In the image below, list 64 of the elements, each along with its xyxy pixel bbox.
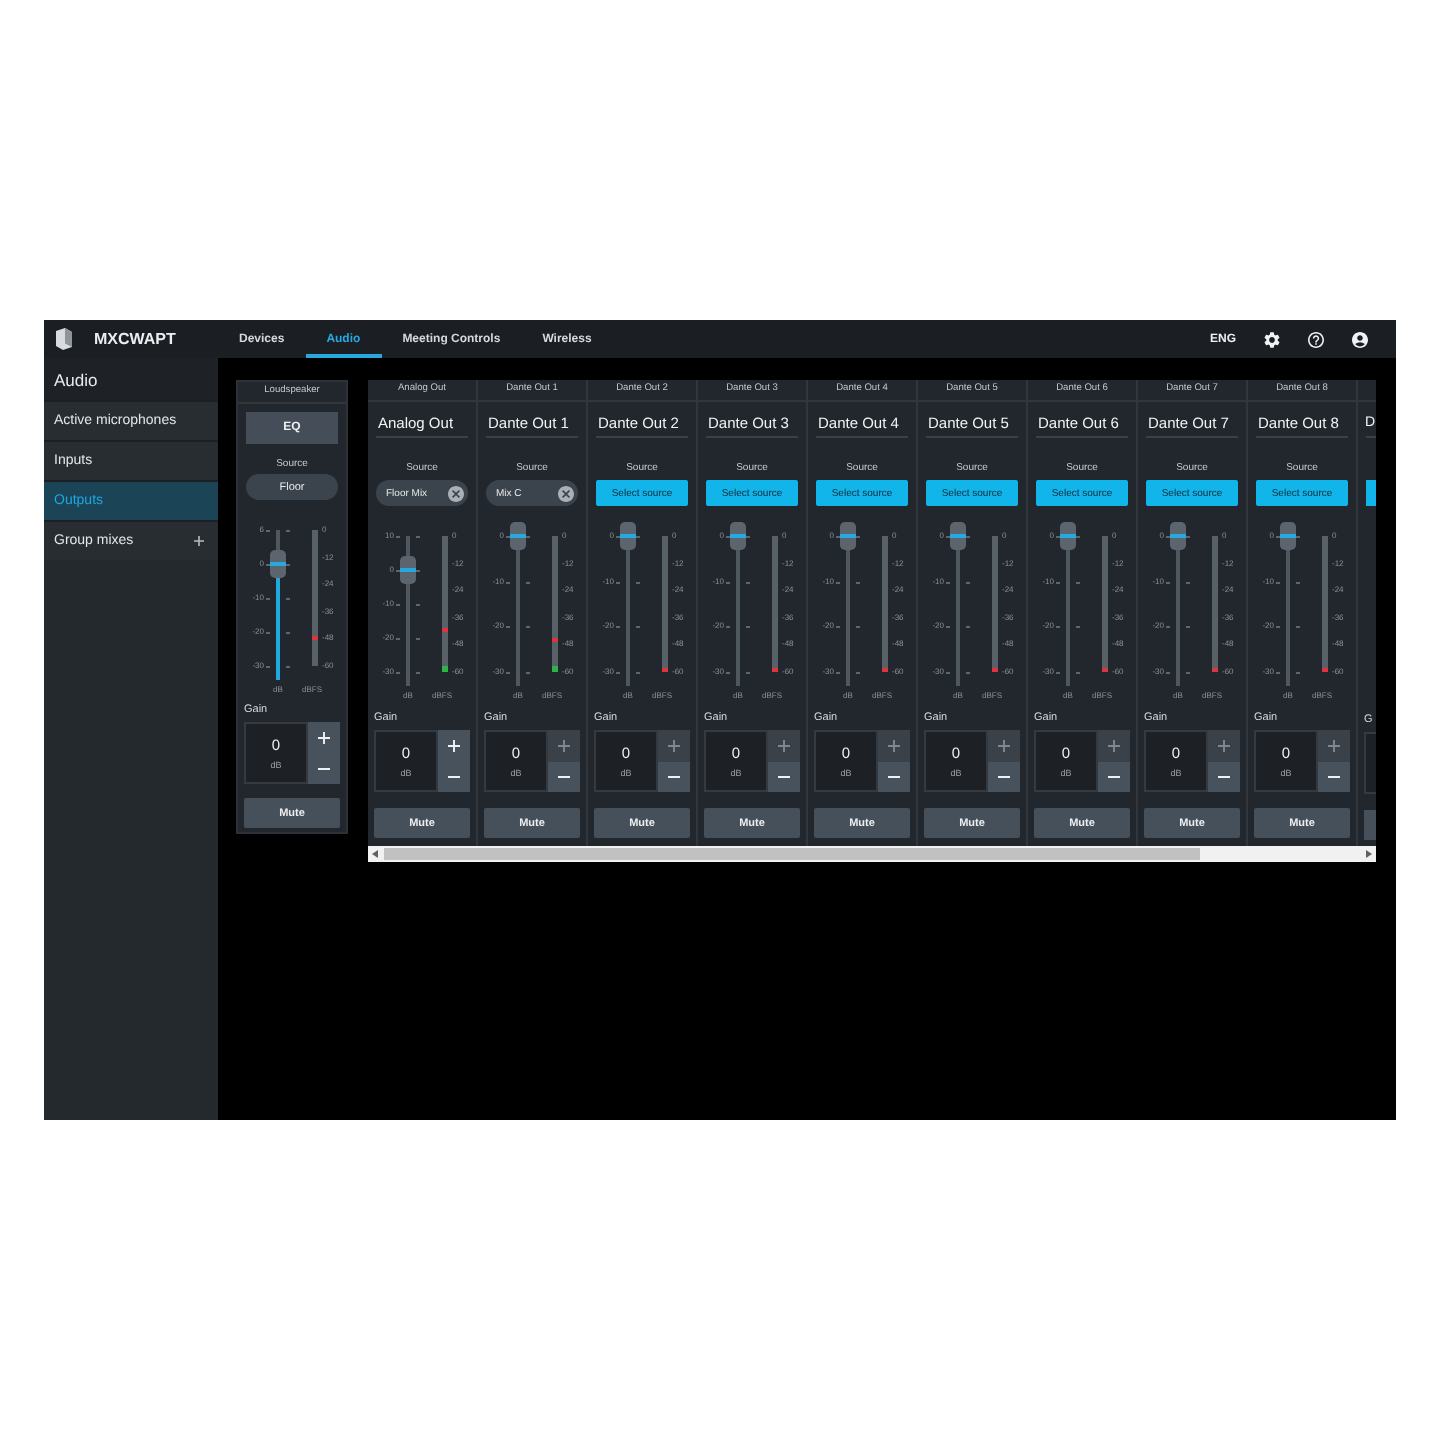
minus-icon: [318, 767, 330, 770]
fader-thumb[interactable]: [730, 522, 746, 550]
fader-thumb[interactable]: [1280, 522, 1296, 550]
plus-icon: [1328, 739, 1340, 752]
sidebar-title: Audio: [44, 358, 218, 400]
minus-icon: [778, 775, 790, 778]
gain-field[interactable]: [1364, 732, 1376, 794]
fader-track[interactable]: [946, 522, 970, 686]
minus-icon: [558, 775, 570, 778]
fader-track[interactable]: [836, 522, 860, 686]
fader-thumb[interactable]: [620, 522, 636, 550]
plus-icon: [998, 739, 1010, 752]
fader-track[interactable]: [1056, 522, 1080, 686]
decrease-button[interactable]: [308, 753, 340, 784]
horizontal-scrollbar[interactable]: [368, 846, 1376, 862]
fader-thumb[interactable]: [1060, 522, 1076, 550]
minus-icon: [1328, 775, 1340, 778]
fader-track[interactable]: [616, 522, 640, 686]
minus-icon: [1218, 775, 1230, 778]
minus-icon: [448, 775, 460, 778]
decrease-button[interactable]: [1098, 761, 1130, 792]
increase-button[interactable]: [438, 730, 470, 761]
increase-button[interactable]: [308, 722, 340, 753]
plus-icon[interactable]: [194, 536, 204, 546]
product-name: MXCWAPT: [94, 330, 176, 348]
scrollbar-thumb[interactable]: [384, 848, 1200, 860]
fader-track[interactable]: [506, 522, 530, 686]
left-arrow-icon[interactable]: [372, 850, 378, 858]
minus-icon: [1108, 775, 1120, 778]
decrease-button[interactable]: [988, 761, 1020, 792]
plus-icon: [668, 739, 680, 752]
fader-thumb[interactable]: [1170, 522, 1186, 550]
plus-icon: [888, 739, 900, 752]
plus-icon: [1218, 739, 1230, 752]
right-arrow-icon[interactable]: [1366, 850, 1372, 858]
settings-icon[interactable]: [1264, 331, 1280, 347]
fader-track[interactable]: [726, 522, 750, 686]
help-icon[interactable]: [1308, 331, 1324, 347]
logo-icon: [56, 328, 72, 350]
close-icon[interactable]: [448, 485, 464, 501]
plus-icon: [318, 731, 330, 744]
decrease-button[interactable]: [438, 761, 470, 792]
fader-thumb[interactable]: [950, 522, 966, 550]
decrease-button[interactable]: [768, 761, 800, 792]
fader-track[interactable]: [1276, 522, 1300, 686]
minus-icon: [668, 775, 680, 778]
user-icon[interactable]: [1352, 331, 1368, 347]
decrease-button[interactable]: [548, 761, 580, 792]
minus-icon: [998, 775, 1010, 778]
plus-icon: [778, 739, 790, 752]
fader-thumb[interactable]: [400, 556, 416, 584]
decrease-button[interactable]: [1208, 761, 1240, 792]
fader-track[interactable]: [1166, 522, 1190, 686]
decrease-button[interactable]: [1318, 761, 1350, 792]
minus-icon: [888, 775, 900, 778]
fader-thumb[interactable]: [510, 522, 526, 550]
plus-icon: [1108, 739, 1120, 752]
plus-icon: [448, 739, 460, 752]
decrease-button[interactable]: [878, 761, 910, 792]
fader-thumb[interactable]: [270, 550, 286, 578]
close-icon[interactable]: [558, 485, 574, 501]
decrease-button[interactable]: [658, 761, 690, 792]
fader-thumb[interactable]: [840, 522, 856, 550]
plus-icon: [558, 739, 570, 752]
